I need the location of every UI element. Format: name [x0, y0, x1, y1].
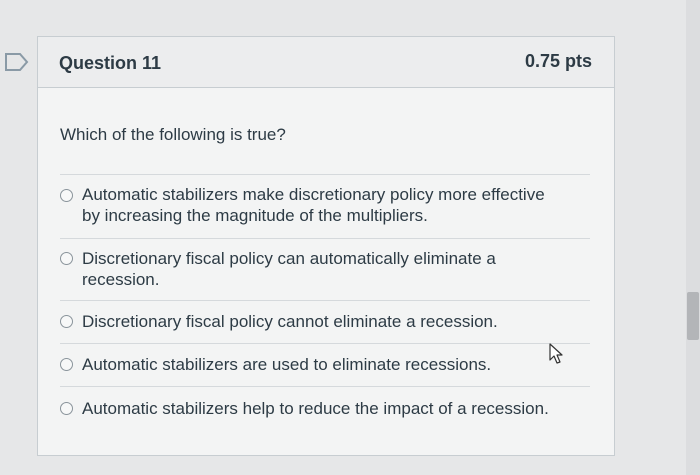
radio-button[interactable] [60, 315, 73, 328]
answer-option[interactable]: Automatic stabilizers make discretionary… [60, 174, 590, 239]
radio-button[interactable] [60, 402, 73, 415]
answer-option[interactable]: Automatic stabilizers help to reduce the… [60, 386, 590, 431]
answer-option[interactable]: Automatic stabilizers are used to elimin… [60, 343, 590, 387]
question-title: Question 11 [59, 53, 162, 73]
answer-label[interactable]: Discretionary fiscal policy cannot elimi… [82, 311, 498, 332]
flag-question-icon[interactable] [4, 52, 30, 72]
answer-option[interactable]: Discretionary fiscal policy can automati… [60, 238, 590, 301]
question-prompt: Which of the following is true? [60, 125, 286, 144]
answer-option[interactable]: Discretionary fiscal policy cannot elimi… [60, 300, 590, 344]
answer-label[interactable]: Automatic stabilizers are used to elimin… [82, 354, 491, 375]
radio-button[interactable] [60, 252, 73, 265]
radio-button[interactable] [60, 189, 73, 202]
answer-label[interactable]: Automatic stabilizers help to reduce the… [82, 398, 549, 419]
question-header: Question 11 0.75 pts [38, 37, 614, 88]
scrollbar-track[interactable] [686, 0, 700, 475]
radio-button[interactable] [60, 358, 73, 371]
scrollbar-thumb[interactable] [687, 292, 699, 340]
question-points: 0.75 pts [524, 51, 592, 71]
question-card: Question 11 0.75 pts Which of the follow… [37, 36, 615, 456]
mouse-pointer-icon [549, 343, 563, 364]
answer-label[interactable]: Automatic stabilizers make discretionary… [82, 184, 545, 226]
answer-label[interactable]: Discretionary fiscal policy can automati… [82, 248, 496, 290]
